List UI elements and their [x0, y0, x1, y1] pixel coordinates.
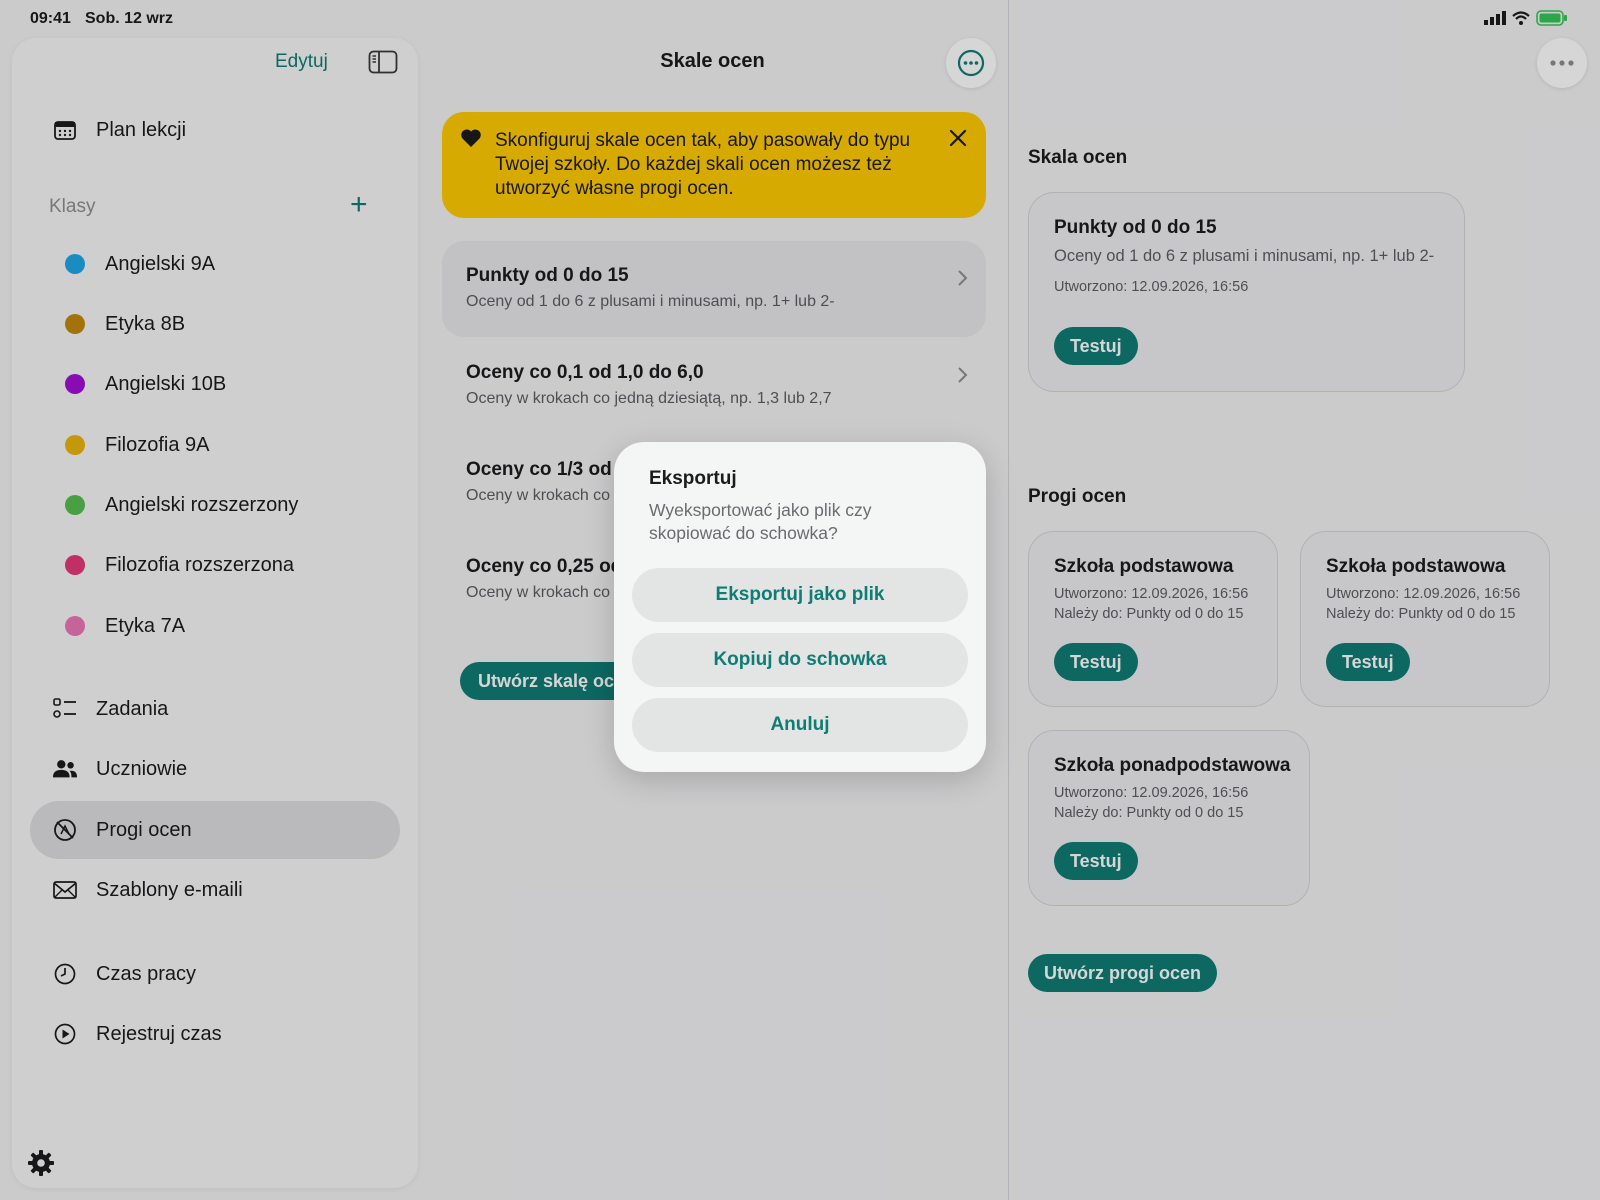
copy-to-clipboard-button[interactable]: Kopiuj do schowka [632, 633, 968, 687]
export-as-file-button[interactable]: Eksportuj jako plik [632, 568, 968, 622]
dialog-message: Wyeksportować jako plik czy skopiować do… [649, 500, 872, 543]
export-dialog: Eksportuj Wyeksportować jako plik czy sk… [614, 442, 986, 772]
cancel-button[interactable]: Anuluj [632, 698, 968, 752]
dialog-title: Eksportuj [649, 468, 737, 489]
